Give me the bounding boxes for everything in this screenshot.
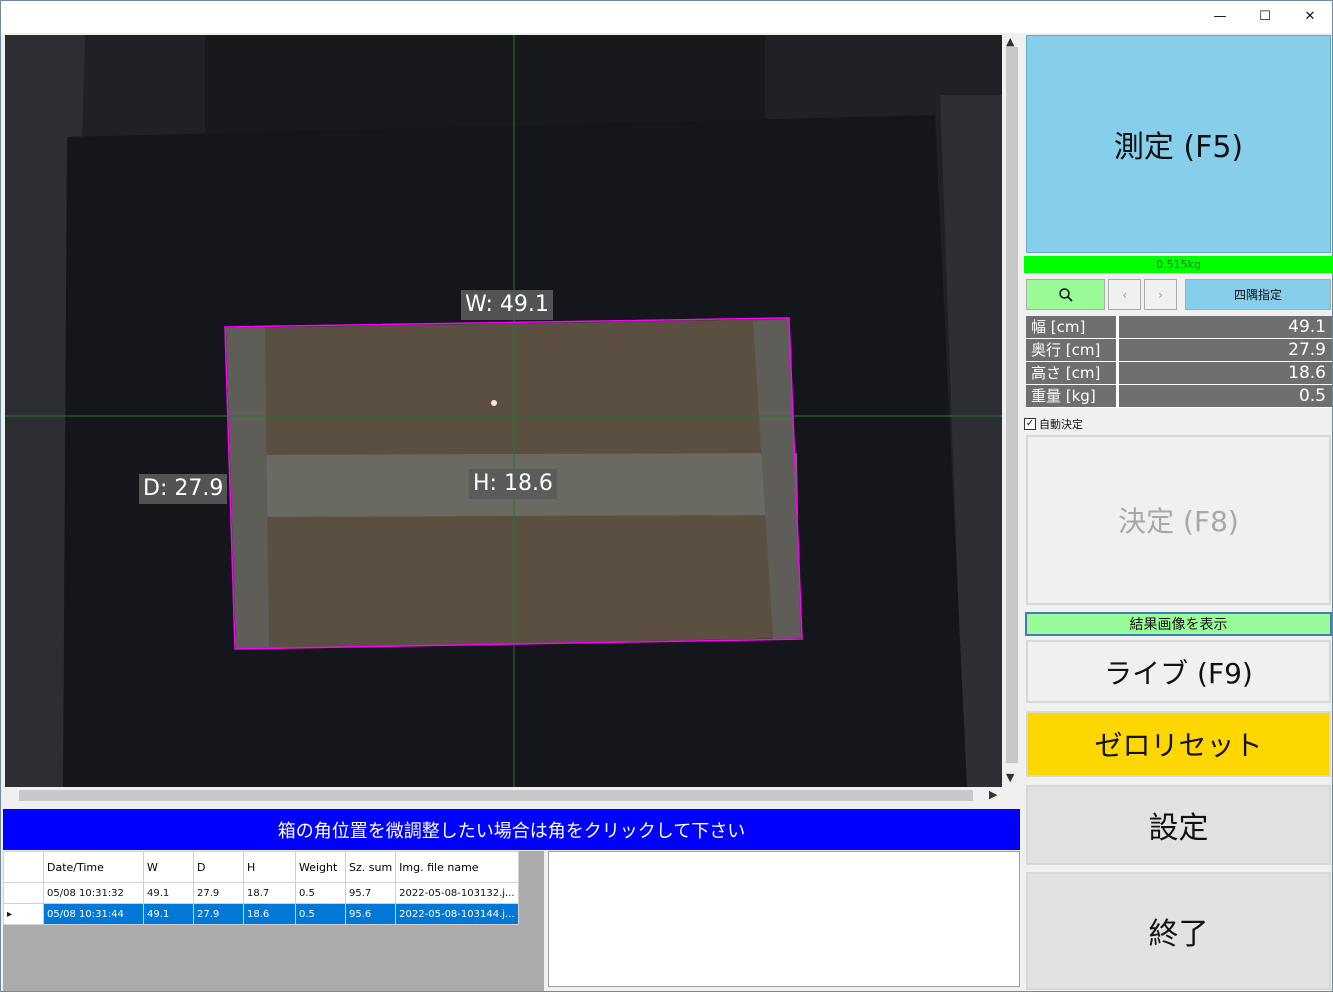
table-cell: 0.5: [295, 882, 346, 904]
dimension-key: 奥行 [cm]: [1026, 339, 1116, 362]
column-header[interactable]: Date/Time: [43, 851, 144, 883]
auto-decide-label: 自動決定: [1039, 418, 1083, 431]
dimension-key: 重量 [kg]: [1026, 385, 1116, 408]
table-cell: 49.1: [143, 903, 194, 925]
table-cell: 18.6: [243, 903, 296, 925]
dimension-row-depth: 奥行 [cm] 27.9: [1026, 339, 1332, 362]
dimension-value: 0.5: [1119, 385, 1332, 408]
maximize-button[interactable]: ☐: [1242, 1, 1288, 31]
camera-image: [5, 35, 1002, 787]
table-cell: 0.5: [295, 903, 346, 925]
close-button[interactable]: ✕: [1287, 1, 1333, 31]
quit-button[interactable]: 終了: [1026, 872, 1331, 990]
scroll-right-icon[interactable]: ▶: [989, 788, 997, 801]
zero-reset-button[interactable]: ゼロリセット: [1026, 711, 1331, 777]
row-pointer-icon: ▸: [7, 908, 13, 920]
scroll-down-icon[interactable]: ▼: [1006, 771, 1014, 784]
dimension-value: 27.9: [1119, 339, 1332, 362]
results-table: Date/Time W D H Weight Sz. sum Img. file…: [3, 851, 519, 925]
dimension-value: 18.6: [1119, 362, 1332, 385]
decide-button[interactable]: 決定 (F8): [1026, 435, 1331, 605]
table-cell: 2022-05-08-103144.j...: [395, 903, 519, 925]
next-button[interactable]: ›: [1144, 279, 1177, 310]
log-textbox[interactable]: [548, 851, 1020, 987]
width-label: W: 49.1: [461, 290, 553, 320]
chevron-left-icon: ‹: [1122, 287, 1127, 302]
dimension-key: 幅 [cm]: [1026, 316, 1116, 339]
vertical-scroll-thumb[interactable]: [1006, 47, 1018, 763]
minimize-button[interactable]: —: [1197, 1, 1243, 31]
weight-readout-bar: 0.515kg: [1024, 256, 1333, 273]
table-cell: 49.1: [143, 882, 194, 904]
table-cell: 27.9: [193, 882, 244, 904]
depth-label: D: 27.9: [139, 474, 228, 504]
table-cell: 18.7: [243, 882, 296, 904]
live-button[interactable]: ライブ (F9): [1026, 640, 1331, 703]
row-header[interactable]: ▸: [3, 903, 44, 925]
column-header[interactable]: Weight: [295, 851, 346, 883]
dimension-table: 幅 [cm] 49.1 奥行 [cm] 27.9 高さ [cm] 18.6 重量…: [1026, 316, 1332, 408]
dimension-row-height: 高さ [cm] 18.6: [1026, 362, 1332, 385]
camera-view[interactable]: W: 49.1 D: 27.9 H: 18.6: [5, 35, 1002, 787]
table-cell: 05/08 10:31:32: [43, 882, 144, 904]
dimension-row-width: 幅 [cm] 49.1: [1026, 316, 1332, 339]
horizontal-scrollbar[interactable]: ▶: [5, 787, 1002, 804]
table-cell: 2022-05-08-103132.j...: [395, 882, 519, 904]
title-bar: — ☐ ✕: [1, 1, 1332, 33]
vertical-scrollbar[interactable]: ▲ ▼: [1002, 35, 1021, 787]
row-header[interactable]: [3, 882, 44, 904]
results-table-container: Date/Time W D H Weight Sz. sum Img. file…: [3, 851, 544, 991]
zoom-button[interactable]: [1026, 279, 1105, 310]
column-header[interactable]: Img. file name: [395, 851, 519, 883]
dimension-key: 高さ [cm]: [1026, 362, 1116, 385]
dimension-value: 49.1: [1119, 316, 1332, 339]
table-row-selected[interactable]: ▸ 05/08 10:31:44 49.1 27.9 18.6 0.5 95.6…: [3, 903, 519, 925]
search-icon: [1058, 287, 1073, 302]
prev-button[interactable]: ‹: [1108, 279, 1141, 310]
table-cell: 95.7: [344, 882, 397, 904]
column-header[interactable]: H: [243, 851, 296, 883]
table-cell: 27.9: [193, 903, 244, 925]
row-header-corner: [3, 851, 44, 883]
show-result-button[interactable]: 結果画像を表示: [1025, 612, 1332, 636]
app-window: — ☐ ✕ W: 49.1 D: 27.9 H: 18.6 ▲ ▼ ▶ 箱の角位…: [0, 0, 1333, 992]
column-header[interactable]: D: [193, 851, 244, 883]
table-row[interactable]: 05/08 10:31:32 49.1 27.9 18.7 0.5 95.7 2…: [3, 882, 519, 904]
corner-select-button[interactable]: 四隅指定: [1185, 279, 1331, 310]
measure-button[interactable]: 測定 (F5): [1026, 35, 1331, 253]
dimension-row-weight: 重量 [kg] 0.5: [1026, 385, 1332, 408]
auto-decide-checkbox[interactable]: ✓ 自動決定: [1024, 416, 1083, 432]
height-label: H: 18.6: [469, 469, 557, 499]
table-cell: 95.6: [344, 903, 397, 925]
settings-button[interactable]: 設定: [1026, 785, 1331, 865]
column-header[interactable]: W: [143, 851, 194, 883]
chevron-right-icon: ›: [1158, 287, 1163, 302]
instruction-banner: 箱の角位置を微調整したい場合は角をクリックして下さい: [3, 809, 1020, 850]
checkbox-checked-icon[interactable]: ✓: [1024, 418, 1036, 430]
horizontal-scroll-thumb[interactable]: [19, 790, 973, 801]
table-cell: 05/08 10:31:44: [43, 903, 144, 925]
column-header[interactable]: Sz. sum: [344, 851, 397, 883]
